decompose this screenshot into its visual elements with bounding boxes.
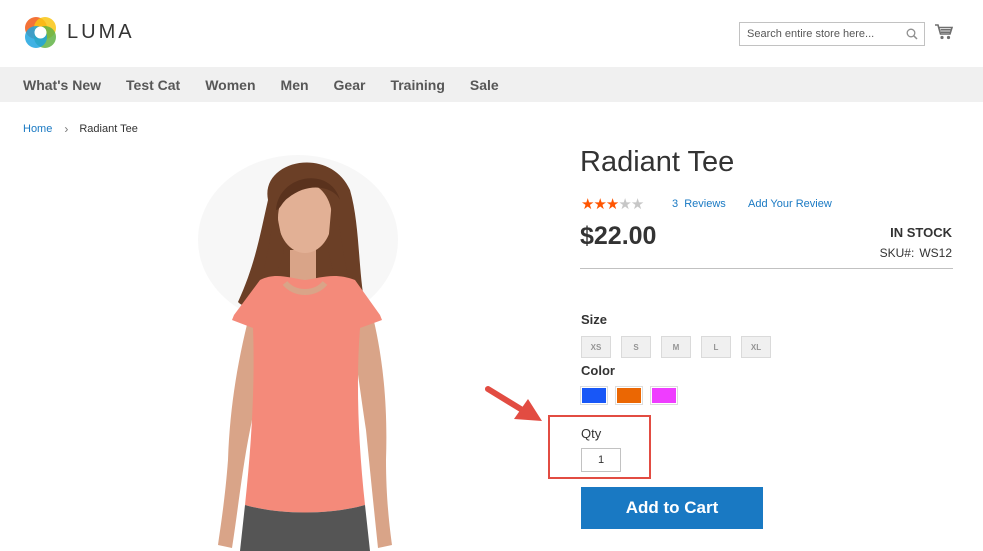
size-option-xl[interactable]: XL [741, 336, 771, 358]
rating-stars: ★ ★ ★ ★ ★ [581, 196, 645, 213]
star-icon: ★ [593, 196, 607, 213]
size-option-m[interactable]: M [661, 336, 691, 358]
product-title: Radiant Tee [580, 146, 735, 178]
sku-value: WS12 [919, 246, 952, 260]
nav-item-men[interactable]: Men [281, 77, 309, 93]
search-box[interactable] [739, 22, 925, 46]
add-review-link[interactable]: Add Your Review [748, 198, 832, 210]
breadcrumb-separator: › [64, 122, 69, 136]
qty-label: Qty [581, 426, 602, 441]
main-nav: What's New Test Cat Women Men Gear Train… [0, 67, 983, 102]
nav-item-whats-new[interactable]: What's New [23, 77, 101, 93]
color-options [580, 386, 686, 405]
product-image[interactable] [160, 140, 450, 551]
size-option-xs[interactable]: XS [581, 336, 611, 358]
search-icon[interactable] [906, 28, 918, 40]
cart-icon[interactable] [935, 24, 953, 40]
sku-label: SKU#: [879, 246, 915, 260]
color-swatch-orange[interactable] [615, 386, 643, 405]
sku: SKU#: WS12 [880, 246, 952, 260]
size-option-l[interactable]: L [701, 336, 731, 358]
luma-logo[interactable]: LUMA [24, 16, 135, 49]
nav-item-gear[interactable]: Gear [334, 77, 366, 93]
nav-item-test-cat[interactable]: Test Cat [126, 77, 180, 93]
size-label: Size [581, 312, 608, 327]
color-swatch-blue[interactable] [580, 386, 608, 405]
breadcrumb-current: Radiant Tee [79, 123, 138, 135]
product-price: $22.00 [580, 222, 657, 250]
star-icon: ★ [618, 196, 632, 213]
color-label: Color [581, 363, 615, 378]
stock-status: IN STOCK [890, 225, 952, 240]
nav-item-women[interactable]: Women [205, 77, 255, 93]
search-input[interactable] [740, 23, 924, 45]
nav-item-sale[interactable]: Sale [470, 77, 499, 93]
breadcrumb: Home › Radiant Tee [23, 122, 138, 136]
star-icon: ★ [581, 196, 595, 213]
luma-logo-icon [25, 17, 56, 48]
reviews-link[interactable]: 3 Reviews [672, 198, 726, 210]
star-icon: ★ [630, 196, 645, 213]
star-icon: ★ [605, 196, 620, 213]
color-swatch-purple[interactable] [650, 386, 678, 405]
size-options: XS S M L XL [581, 336, 781, 358]
divider [580, 268, 953, 269]
nav-item-training[interactable]: Training [390, 77, 444, 93]
qty-input[interactable] [581, 448, 621, 472]
logo-text: LUMA [67, 21, 135, 43]
annotation-arrow-icon [485, 386, 542, 421]
add-to-cart-button[interactable]: Add to Cart [581, 487, 763, 529]
breadcrumb-home-link[interactable]: Home [23, 123, 52, 135]
size-option-s[interactable]: S [621, 336, 651, 358]
